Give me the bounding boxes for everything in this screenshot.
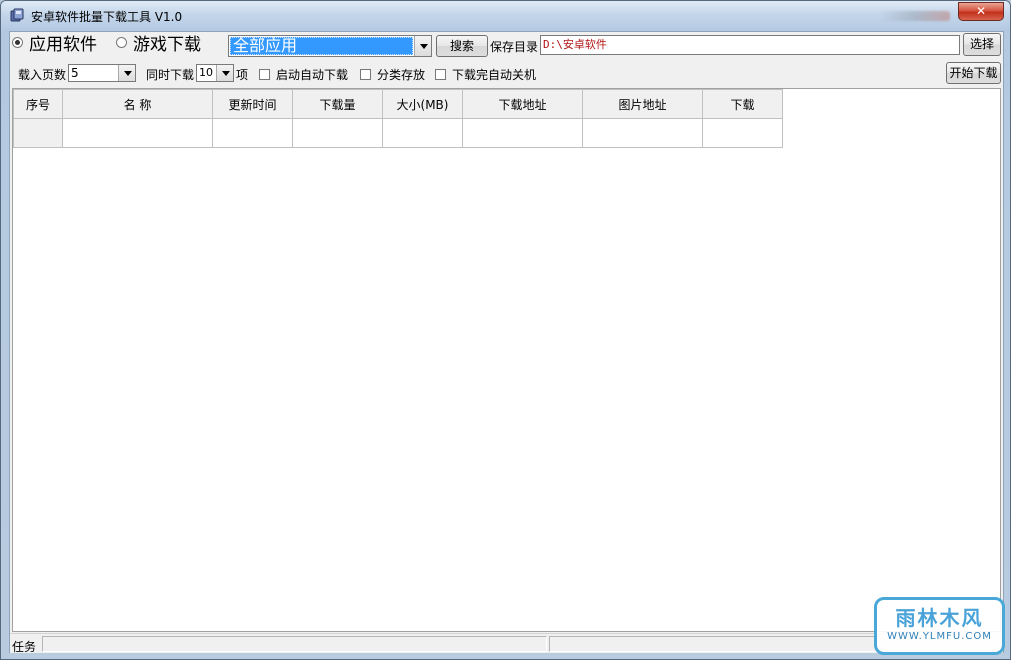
concurrent-unit: 项 — [236, 68, 249, 82]
radio-games-label: 游戏下载 — [133, 35, 201, 55]
close-button[interactable]: ✕ — [958, 2, 1004, 21]
download-grid[interactable]: 序号 名 称 更新时间 下载量 大小(MB) 下载地址 图片地址 下载 — [12, 88, 1001, 632]
category-value: 全部应用 — [233, 36, 298, 55]
classify-label: 分类存放 — [377, 68, 426, 82]
classify-checkbox-box[interactable] — [360, 69, 371, 80]
window-title: 安卓软件批量下载工具 V1.0 — [31, 10, 183, 24]
pages-value: 5 — [71, 66, 79, 80]
auto-start-checkbox-box[interactable] — [259, 69, 270, 80]
column-header-updated[interactable]: 更新时间 — [212, 89, 293, 119]
column-header-download[interactable]: 下载 — [702, 89, 783, 119]
choose-dir-button[interactable]: 选择 — [963, 33, 1001, 56]
client-area: 应用软件 游戏下载 全部应用 搜索 保存目录 D:\安卓软件 选择 载入页数 5… — [9, 31, 1004, 654]
shutdown-checkbox-box[interactable] — [435, 69, 446, 80]
status-panel-secondary — [549, 636, 879, 652]
column-header-download-url[interactable]: 下载地址 — [462, 89, 583, 119]
table-cell-image-url[interactable] — [582, 118, 703, 148]
watermark-logo: 雨林木风 WWW.YLMFU.COM — [874, 597, 1005, 655]
classify-checkbox[interactable]: 分类存放 — [360, 66, 425, 83]
title-bar[interactable]: 安卓软件批量下载工具 V1.0 ✕ — [1, 1, 1010, 29]
table-cell-index[interactable] — [13, 118, 63, 148]
blurred-caption-decoration — [880, 11, 950, 21]
radio-apps-label: 应用软件 — [29, 35, 97, 55]
table-cell-downloads[interactable] — [292, 118, 383, 148]
table-cell-size[interactable] — [382, 118, 463, 148]
download-table: 序号 名 称 更新时间 下载量 大小(MB) 下载地址 图片地址 下载 — [13, 89, 783, 148]
search-button[interactable]: 搜索 — [436, 35, 488, 57]
concurrent-select[interactable]: 10 — [196, 64, 234, 82]
radio-games-indicator[interactable] — [116, 37, 127, 48]
radio-games[interactable]: 游戏下载 — [116, 35, 201, 55]
start-download-button[interactable]: 开始下载 — [946, 62, 1001, 84]
app-window: 安卓软件批量下载工具 V1.0 ✕ 应用软件 游戏下载 全部应用 搜索 保存目录… — [0, 0, 1011, 660]
table-cell-download-url[interactable] — [462, 118, 583, 148]
save-dir-label: 保存目录 — [490, 40, 539, 54]
auto-start-checkbox[interactable]: 启动自动下载 — [259, 66, 348, 83]
auto-start-label: 启动自动下载 — [276, 68, 349, 82]
radio-apps-indicator[interactable] — [12, 37, 23, 48]
status-bar: 任务 — [10, 633, 1003, 654]
table-cell-download[interactable] — [702, 118, 783, 148]
chevron-down-icon[interactable] — [118, 65, 135, 81]
watermark-url: WWW.YLMFU.COM — [887, 631, 992, 642]
column-header-index[interactable]: 序号 — [13, 89, 63, 119]
column-header-size[interactable]: 大小(MB) — [382, 89, 463, 119]
shutdown-label: 下载完自动关机 — [452, 68, 537, 82]
column-header-downloads[interactable]: 下载量 — [292, 89, 383, 119]
pages-select[interactable]: 5 — [68, 64, 136, 82]
chevron-down-icon[interactable] — [216, 65, 233, 81]
chevron-down-icon[interactable] — [414, 36, 431, 56]
pages-label: 载入页数 — [18, 68, 67, 82]
table-header-row: 序号 名 称 更新时间 下载量 大小(MB) 下载地址 图片地址 下载 — [13, 89, 783, 119]
concurrent-label: 同时下载 — [146, 68, 195, 82]
radio-apps[interactable]: 应用软件 — [12, 35, 97, 55]
app-icon — [10, 8, 24, 22]
status-task-label: 任务 — [12, 640, 37, 654]
table-row[interactable] — [13, 118, 783, 148]
table-cell-updated[interactable] — [212, 118, 293, 148]
column-header-name[interactable]: 名 称 — [62, 89, 213, 119]
category-select[interactable]: 全部应用 — [228, 35, 432, 57]
save-dir-input[interactable]: D:\安卓软件 — [540, 35, 960, 55]
shutdown-checkbox[interactable]: 下载完自动关机 — [435, 66, 536, 83]
concurrent-value: 10 — [199, 66, 213, 79]
watermark-title: 雨林木风 — [895, 606, 984, 630]
column-header-image-url[interactable]: 图片地址 — [582, 89, 703, 119]
table-cell-name[interactable] — [62, 118, 213, 148]
status-panel-main — [42, 636, 547, 652]
